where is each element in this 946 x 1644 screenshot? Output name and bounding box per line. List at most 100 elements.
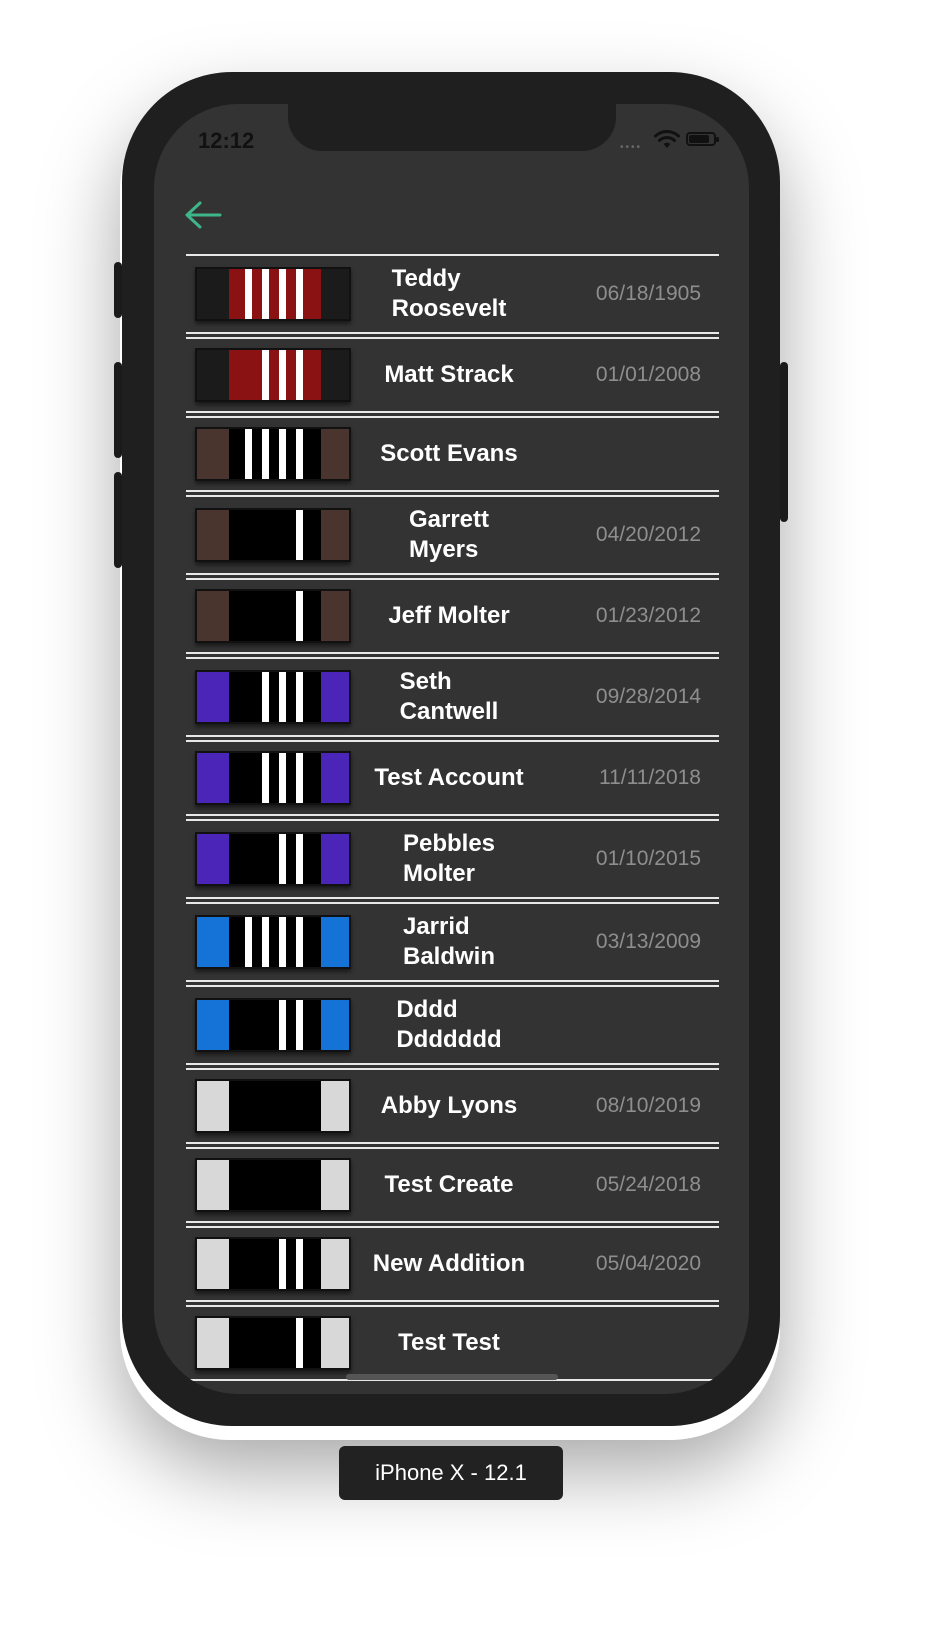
belt-rank-icon: [195, 998, 351, 1052]
student-row[interactable]: Scott Evans: [186, 416, 719, 492]
student-row[interactable]: Test Account 11/11/2018: [186, 740, 719, 816]
promotion-date: 06/18/1905: [595, 282, 701, 305]
belt-stripe: [262, 753, 269, 803]
promotion-date: 11/11/2018: [599, 766, 701, 789]
student-row[interactable]: Dddd Ddddddd: [186, 985, 719, 1065]
student-name-line1: Teddy: [391, 265, 461, 292]
student-name: Test Test: [356, 1328, 542, 1358]
belt-rank-icon: [195, 348, 351, 402]
belt-rank-icon: [195, 915, 351, 969]
student-row[interactable]: Test Create 05/24/2018: [186, 1147, 719, 1223]
belt-stripe: [279, 672, 286, 722]
student-name-line1: Test Create: [384, 1171, 514, 1198]
belt-rank-icon: [195, 1079, 351, 1133]
belt-stripe: [296, 429, 303, 479]
student-name: Test Create: [356, 1170, 542, 1200]
belt-stripe: [279, 269, 286, 319]
belt-stripe: [262, 350, 269, 400]
belt-rank-icon: [195, 1316, 351, 1370]
belt-rank-icon: [195, 751, 351, 805]
belt-stripe: [296, 917, 303, 967]
student-row[interactable]: Jarrid Baldwin 03/13/2009: [186, 902, 719, 982]
home-indicator[interactable]: [346, 1374, 558, 1380]
belt-stripe: [296, 350, 303, 400]
student-name: Teddy Roosevelt: [356, 264, 542, 324]
belt-rank-icon: [195, 508, 351, 562]
student-name-line1: Jeff Molter: [388, 602, 510, 629]
student-name-line1: Pebbles: [402, 830, 496, 857]
student-row[interactable]: Matt Strack 01/01/2008: [186, 337, 719, 413]
student-name-line1: Test Test: [398, 1329, 500, 1356]
student-name: Abby Lyons: [356, 1091, 542, 1121]
student-name-line2: Baldwin: [402, 943, 495, 970]
volume-down-button: [114, 472, 122, 568]
volume-up-button: [114, 362, 122, 458]
student-name: Test Account: [356, 763, 542, 793]
student-name: Garrett Myers: [356, 505, 542, 565]
signal-icon: ••••: [620, 142, 643, 153]
belt-stripe: [296, 834, 303, 884]
belt-stripe: [296, 1239, 303, 1289]
belt-stripe: [262, 917, 269, 967]
student-name-line2: Ddddddd: [396, 1026, 502, 1053]
belt-stripe: [296, 510, 303, 560]
student-row[interactable]: Garrett Myers 04/20/2012: [186, 495, 719, 575]
student-name-line1: Test Account: [374, 764, 524, 791]
student-list: Teddy Roosevelt 06/18/1905 Matt Strack 01/01…: [186, 254, 719, 1384]
belt-stripe: [262, 269, 269, 319]
battery-icon: [686, 132, 719, 146]
student-row[interactable]: Teddy Roosevelt 06/18/1905: [186, 254, 719, 334]
belt-stripe: [279, 1239, 286, 1289]
student-name: Jarrid Baldwin: [356, 912, 542, 972]
belt-stripe: [279, 917, 286, 967]
belt-stripe: [296, 1318, 303, 1368]
student-name-line2: Roosevelt: [391, 295, 507, 322]
belt-stripe: [279, 350, 286, 400]
student-row[interactable]: Test Test: [186, 1305, 719, 1381]
student-name: Scott Evans: [356, 439, 542, 469]
belt-rank-icon: [195, 1237, 351, 1291]
belt-rank-icon: [195, 832, 351, 886]
student-name-line1: Seth: [399, 668, 452, 695]
student-name-line1: Abby Lyons: [380, 1092, 518, 1119]
student-name-line2: Cantwell: [399, 698, 499, 725]
belt-rank-icon: [195, 267, 351, 321]
promotion-date: 05/24/2018: [595, 1173, 701, 1196]
student-name-line1: Garrett: [408, 506, 490, 533]
student-name-line2: Molter: [402, 860, 475, 887]
student-name: Pebbles Molter: [356, 829, 542, 889]
student-row[interactable]: Seth Cantwell 09/28/2014: [186, 657, 719, 737]
student-name-line1: Matt Strack: [384, 361, 514, 388]
belt-stripe: [296, 753, 303, 803]
belt-stripe: [296, 672, 303, 722]
notch: [288, 104, 616, 151]
student-name-line1: Jarrid: [402, 913, 470, 940]
student-row[interactable]: Jeff Molter 01/23/2012: [186, 578, 719, 654]
belt-stripe: [245, 429, 252, 479]
student-name-line1: Dddd: [396, 996, 458, 1023]
student-name: New Addition: [356, 1249, 542, 1279]
student-name-line1: New Addition: [372, 1250, 526, 1277]
student-row[interactable]: Abby Lyons 08/10/2019: [186, 1068, 719, 1144]
student-name: Dddd Ddddddd: [356, 995, 542, 1055]
arrow-left-icon[interactable]: [182, 200, 224, 230]
promotion-date: 08/10/2019: [595, 1094, 701, 1117]
student-row[interactable]: Pebbles Molter 01/10/2015: [186, 819, 719, 899]
student-name: Matt Strack: [356, 360, 542, 390]
promotion-date: 04/20/2012: [595, 523, 701, 546]
mute-switch: [114, 262, 122, 318]
wifi-icon: [654, 130, 680, 148]
belt-stripe: [296, 1000, 303, 1050]
belt-stripe: [245, 269, 252, 319]
device-label: iPhone X - 12.1: [339, 1446, 563, 1500]
belt-stripe: [279, 753, 286, 803]
belt-rank-icon: [195, 589, 351, 643]
belt-stripe: [296, 269, 303, 319]
student-row[interactable]: New Addition 05/04/2020: [186, 1226, 719, 1302]
belt-stripe: [245, 917, 252, 967]
belt-stripe: [279, 834, 286, 884]
student-name: Jeff Molter: [356, 601, 542, 631]
belt-stripe: [262, 672, 269, 722]
promotion-date: 01/10/2015: [595, 847, 701, 870]
promotion-date: 09/28/2014: [595, 685, 701, 708]
